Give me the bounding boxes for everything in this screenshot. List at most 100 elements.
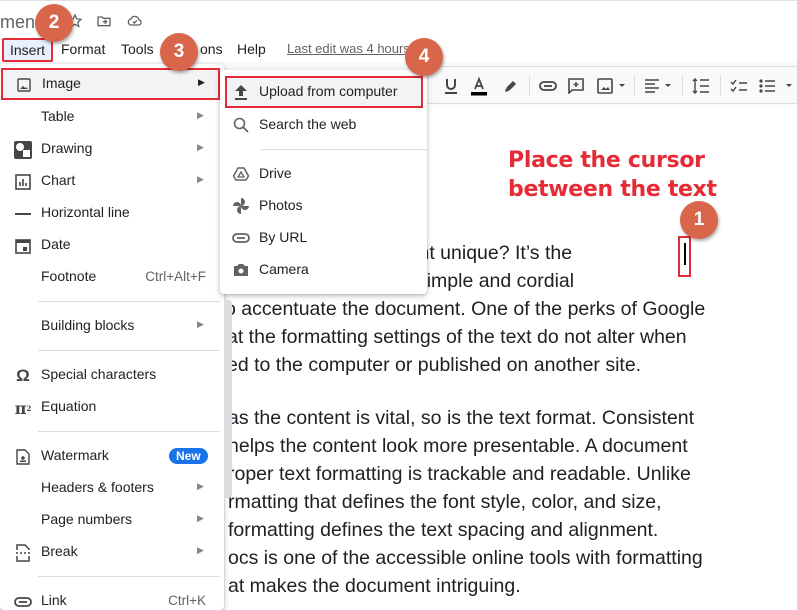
line-spacing-icon[interactable] bbox=[690, 75, 712, 97]
menu-insert[interactable]: Insert bbox=[2, 38, 54, 62]
menu-divider bbox=[38, 301, 220, 302]
link-icon bbox=[232, 229, 250, 247]
drawing-icon bbox=[14, 141, 32, 159]
omega-icon: Ω bbox=[16, 366, 30, 385]
photos-item[interactable]: Photos bbox=[220, 190, 427, 222]
bullet-list-icon[interactable] bbox=[757, 75, 797, 97]
menu-item-label: Watermark bbox=[41, 447, 109, 463]
menu-item-label: Search the web bbox=[259, 116, 357, 132]
menu-item-label: Camera bbox=[259, 261, 309, 277]
instruction-line: Place the cursor bbox=[508, 148, 705, 173]
doc-line: o accentuate the document. One of the pe… bbox=[225, 298, 706, 320]
menu-tools[interactable]: Tools bbox=[115, 38, 160, 62]
toolbar-divider bbox=[634, 76, 635, 96]
highlight-icon[interactable] bbox=[499, 75, 521, 97]
menu-item-label: Headers & footers bbox=[41, 479, 154, 495]
insert-menu-headers-footers[interactable]: Headers & footers ▶ bbox=[0, 472, 220, 504]
insert-menu-equation[interactable]: π2 Equation bbox=[0, 391, 220, 423]
submenu-arrow-icon: ▶ bbox=[197, 513, 204, 523]
image-submenu: Upload from computer Search the web Driv… bbox=[220, 70, 427, 294]
shortcut-label: Ctrl+Alt+F bbox=[145, 269, 206, 284]
pi-icon: π2 bbox=[14, 398, 32, 418]
doc-line: at makes the document intriguing. bbox=[228, 575, 521, 597]
insert-menu-footnote[interactable]: Footnote Ctrl+Alt+F bbox=[0, 261, 220, 293]
underline-icon[interactable] bbox=[440, 75, 462, 97]
insert-menu-building-blocks[interactable]: Building blocks ▶ bbox=[0, 310, 220, 342]
insert-menu-chart[interactable]: Chart ▶ bbox=[0, 165, 220, 197]
checklist-icon[interactable] bbox=[728, 75, 750, 97]
menu-item-label: By URL bbox=[259, 229, 308, 245]
by-url-item[interactable]: By URL bbox=[220, 222, 427, 254]
doc-line: ed to the computer or published on anoth… bbox=[227, 354, 642, 376]
menu-item-label: Image bbox=[42, 75, 81, 91]
text-cursor bbox=[684, 243, 686, 265]
submenu-arrow-icon: ▶ bbox=[198, 77, 205, 87]
menu-scrollbar[interactable] bbox=[224, 300, 232, 498]
menu-item-label: Link bbox=[41, 592, 67, 608]
link-icon[interactable] bbox=[537, 75, 559, 97]
submenu-arrow-icon: ▶ bbox=[197, 319, 204, 329]
break-icon bbox=[14, 544, 32, 562]
horizontal-line-icon bbox=[14, 205, 32, 223]
menu-divider bbox=[38, 431, 220, 432]
watermark-icon bbox=[14, 448, 32, 466]
camera-item[interactable]: Camera bbox=[220, 254, 427, 286]
doc-line: formatting defines the text spacing and … bbox=[228, 519, 659, 541]
text-color-icon[interactable] bbox=[468, 75, 490, 97]
calendar-icon bbox=[14, 237, 32, 255]
image-icon[interactable] bbox=[595, 75, 629, 97]
menu-divider bbox=[38, 350, 220, 351]
menu-item-label: Footnote bbox=[41, 268, 97, 284]
upload-from-computer-item[interactable]: Upload from computer bbox=[225, 76, 423, 108]
step-badge-2: 2 bbox=[35, 4, 73, 42]
step-badge-4: 4 bbox=[405, 38, 443, 76]
menu-extensions[interactable]: ons bbox=[194, 38, 229, 62]
search-icon bbox=[232, 116, 250, 134]
insert-menu-page-numbers[interactable]: Page numbers ▶ bbox=[0, 504, 220, 536]
insert-menu-horizontal-line[interactable]: Horizontal line bbox=[0, 197, 220, 229]
shortcut-label: Ctrl+K bbox=[168, 593, 206, 608]
doc-line: rmatting that defines the font style, co… bbox=[228, 491, 662, 513]
insert-menu-watermark[interactable]: Watermark New bbox=[0, 440, 220, 472]
toolbar-divider bbox=[720, 76, 721, 96]
drive-item[interactable]: Drive bbox=[220, 158, 427, 190]
search-the-web-item[interactable]: Search the web bbox=[220, 109, 427, 141]
cloud-saved-icon[interactable] bbox=[127, 13, 145, 29]
insert-menu-drawing[interactable]: Drawing ▶ bbox=[0, 133, 220, 165]
photos-icon bbox=[232, 197, 250, 215]
insert-menu-table[interactable]: Table ▶ bbox=[0, 101, 220, 133]
menu-format[interactable]: Format bbox=[55, 38, 111, 62]
insert-menu: Image ▶ Table ▶ Drawing ▶ Chart ▶ Horizo… bbox=[0, 64, 224, 610]
insert-menu-break[interactable]: Break ▶ bbox=[0, 536, 220, 568]
menu-item-label: Date bbox=[41, 236, 71, 252]
document-title[interactable]: men bbox=[0, 12, 35, 33]
drive-icon bbox=[232, 165, 250, 183]
menu-item-label: Photos bbox=[259, 197, 303, 213]
upload-icon bbox=[232, 83, 250, 101]
insert-menu-special-characters[interactable]: Ω Special characters bbox=[0, 359, 220, 391]
submenu-arrow-icon: ▶ bbox=[197, 142, 204, 152]
move-to-folder-icon[interactable] bbox=[96, 13, 114, 29]
insert-menu-link[interactable]: Link Ctrl+K bbox=[0, 585, 220, 610]
submenu-arrow-icon: ▶ bbox=[197, 174, 204, 184]
menu-item-label: Building blocks bbox=[41, 317, 135, 333]
submenu-arrow-icon: ▶ bbox=[197, 110, 204, 120]
menu-bar: Insert Format Tools ons Help Last edit w… bbox=[0, 38, 797, 62]
menu-item-label: Page numbers bbox=[41, 511, 133, 527]
insert-menu-date[interactable]: Date bbox=[0, 229, 220, 261]
align-icon[interactable] bbox=[642, 75, 676, 97]
step-badge-1: 1 bbox=[680, 201, 718, 239]
menu-item-label: Break bbox=[41, 543, 78, 559]
menu-divider bbox=[261, 149, 427, 150]
toolbar-divider bbox=[529, 76, 530, 96]
comment-icon[interactable] bbox=[565, 75, 587, 97]
instruction-line: between the text bbox=[508, 177, 717, 202]
menu-item-label: Drawing bbox=[41, 140, 93, 156]
insert-menu-image[interactable]: Image ▶ bbox=[1, 68, 220, 100]
menu-help[interactable]: Help bbox=[231, 38, 272, 62]
new-badge: New bbox=[169, 448, 208, 464]
menu-item-label: Equation bbox=[41, 398, 97, 414]
chart-icon bbox=[14, 173, 32, 191]
step-badge-3: 3 bbox=[160, 33, 198, 71]
menu-divider bbox=[38, 576, 220, 577]
